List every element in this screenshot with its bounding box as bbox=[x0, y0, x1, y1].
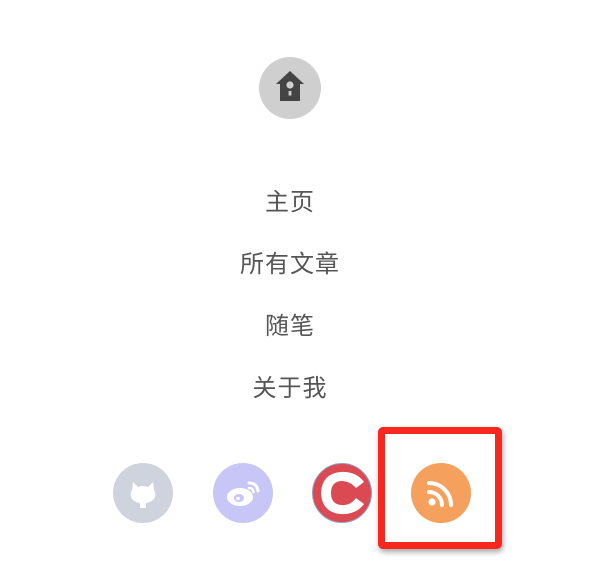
csdn-link[interactable] bbox=[312, 463, 372, 523]
csdn-icon bbox=[316, 467, 368, 519]
highlight-box bbox=[378, 427, 502, 549]
nav-item-essays[interactable]: 随笔 bbox=[0, 310, 580, 342]
weibo-link[interactable] bbox=[213, 463, 273, 523]
nav-item-about-me[interactable]: 关于我 bbox=[0, 372, 580, 404]
nav-item-home[interactable]: 主页 bbox=[0, 186, 580, 218]
main-nav: 主页 所有文章 随笔 关于我 bbox=[0, 0, 580, 420]
weibo-icon bbox=[225, 478, 261, 508]
nav-item-all-articles[interactable]: 所有文章 bbox=[0, 248, 580, 280]
github-link[interactable] bbox=[113, 463, 173, 523]
github-icon bbox=[126, 476, 160, 510]
